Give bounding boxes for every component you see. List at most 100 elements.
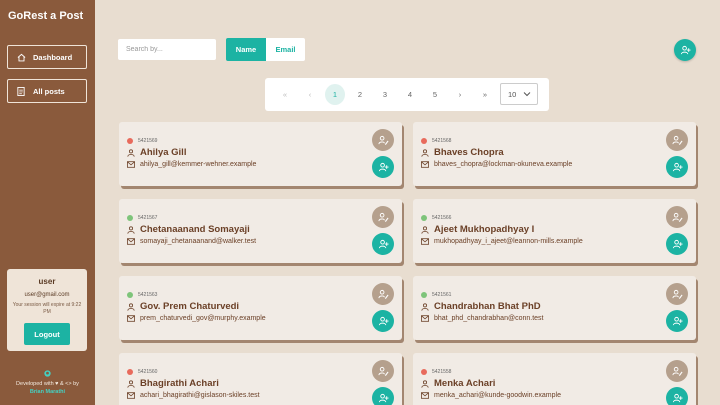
user-email-text: bhaves_chopra@lockman-okuneva.example: [434, 161, 573, 168]
mail-icon: [421, 392, 429, 399]
filter-name-button[interactable]: Name: [226, 38, 266, 61]
status-dot: [421, 292, 427, 298]
author-link[interactable]: Brian Marathi: [0, 389, 95, 395]
status-dot: [127, 138, 133, 144]
user-name-text: Menka Achari: [434, 378, 496, 389]
edit-user-button[interactable]: [666, 206, 688, 228]
mail-icon: [421, 161, 429, 168]
home-icon: [16, 52, 26, 62]
add-post-button[interactable]: [372, 233, 394, 255]
user-email-text: achari_bhagirathi@gislason-skiles.test: [140, 392, 260, 399]
add-user-icon: [378, 162, 389, 171]
person-icon: [127, 302, 135, 311]
page-2-button[interactable]: 2: [350, 84, 370, 105]
mail-icon: [421, 238, 429, 245]
chevron-down-icon: [523, 90, 531, 100]
next-page-button[interactable]: ›: [450, 84, 470, 105]
status-dot: [421, 369, 427, 375]
edit-user-button[interactable]: [666, 283, 688, 305]
edit-user-button[interactable]: [372, 206, 394, 228]
user-id: 5421563: [138, 292, 158, 298]
add-user-icon: [672, 316, 683, 325]
person-icon: [127, 148, 135, 157]
nav-all-posts-button[interactable]: All posts: [7, 79, 87, 103]
add-post-button[interactable]: [372, 310, 394, 332]
edit-user-button[interactable]: [372, 129, 394, 151]
person-icon: [421, 379, 429, 388]
user-card-item: 5421563 Gov. Prem Chaturvedi prem_chatur…: [119, 276, 402, 340]
status-dot: [127, 292, 133, 298]
page-3-button[interactable]: 3: [375, 84, 395, 105]
status-dot: [421, 138, 427, 144]
developed-with-text: Developed with ♥ & <> by: [16, 381, 79, 387]
last-page-button[interactable]: »: [475, 84, 495, 105]
add-user-icon: [672, 239, 683, 248]
user-name-text: Gov. Prem Chaturvedi: [140, 301, 240, 312]
add-post-button[interactable]: [666, 233, 688, 255]
user-card-item: 5421568 Bhaves Chopra bhaves_chopra@lock…: [413, 122, 696, 186]
person-icon: [421, 225, 429, 234]
page-1-button[interactable]: 1: [325, 84, 345, 105]
edit-user-icon: [377, 212, 389, 222]
add-post-button[interactable]: [372, 387, 394, 405]
app-title: GoRest a Post: [8, 10, 84, 22]
user-name-text: Chandrabhan Bhat PhD: [434, 301, 541, 312]
sidebar: GoRest a Post Dashboard All posts user u…: [0, 0, 95, 405]
add-user-button[interactable]: [674, 39, 696, 61]
user-id: 5421558: [432, 369, 452, 375]
person-icon: [127, 379, 135, 388]
user-card-item: 5421561 Chandrabhan Bhat PhD bhat_phd_ch…: [413, 276, 696, 340]
add-user-icon: [378, 393, 389, 402]
logout-button[interactable]: Logout: [24, 323, 70, 345]
edit-user-button[interactable]: [666, 129, 688, 151]
user-id: 5421560: [138, 369, 158, 375]
user-card-item: 5421566 Ajeet Mukhopadhyay I mukhopadhya…: [413, 199, 696, 263]
mail-icon: [421, 315, 429, 322]
mail-icon: [127, 161, 135, 168]
person-icon: [421, 148, 429, 157]
user-name-text: Bhaves Chopra: [434, 147, 504, 158]
per-page-select[interactable]: 10: [500, 83, 538, 105]
first-page-button[interactable]: «: [275, 84, 295, 105]
user-email-text: bhat_phd_chandrabhan@conn.test: [434, 315, 544, 322]
user-email-text: menka_achari@kunde-goodwin.example: [434, 392, 561, 399]
user-name-text: Bhagirathi Achari: [140, 378, 219, 389]
edit-user-icon: [671, 366, 683, 376]
add-user-icon: [672, 162, 683, 171]
add-post-button[interactable]: [372, 156, 394, 178]
person-icon: [421, 302, 429, 311]
user-card: user user@gmail.com Your session will ex…: [7, 269, 87, 351]
add-post-button[interactable]: [666, 156, 688, 178]
add-post-button[interactable]: [666, 387, 688, 405]
edit-user-button[interactable]: [372, 283, 394, 305]
add-user-icon: [680, 45, 691, 54]
edit-user-button[interactable]: [372, 360, 394, 382]
user-name-text: Chetanaanand Somayaji: [140, 224, 250, 235]
per-page-value: 10: [508, 89, 517, 99]
github-icon[interactable]: [0, 370, 95, 379]
user-email-text: prem_chaturvedi_gov@murphy.example: [140, 315, 266, 322]
status-dot: [421, 215, 427, 221]
user-id: 5421566: [432, 215, 452, 221]
nav-dashboard-button[interactable]: Dashboard: [7, 45, 87, 69]
pagination: « ‹ 1 2 3 4 5 › » 10: [265, 78, 549, 111]
add-user-icon: [672, 393, 683, 402]
add-post-button[interactable]: [666, 310, 688, 332]
user-id: 5421568: [432, 138, 452, 144]
document-icon: [16, 86, 26, 96]
page-4-button[interactable]: 4: [400, 84, 420, 105]
prev-page-button[interactable]: ‹: [300, 84, 320, 105]
user-card-item: 5421558 Menka Achari menka_achari@kunde-…: [413, 353, 696, 405]
page-5-button[interactable]: 5: [425, 84, 445, 105]
user-card-item: 5421560 Bhagirathi Achari achari_bhagira…: [119, 353, 402, 405]
person-icon: [127, 225, 135, 234]
user-name-text: Ajeet Mukhopadhyay I: [434, 224, 535, 235]
add-user-icon: [378, 239, 389, 248]
add-user-icon: [378, 316, 389, 325]
edit-user-button[interactable]: [666, 360, 688, 382]
filter-email-button[interactable]: Email: [266, 38, 305, 61]
edit-user-icon: [377, 366, 389, 376]
nav-all-posts-label: All posts: [33, 86, 65, 96]
user-email: user@gmail.com: [24, 292, 70, 298]
search-input[interactable]: [118, 39, 216, 60]
